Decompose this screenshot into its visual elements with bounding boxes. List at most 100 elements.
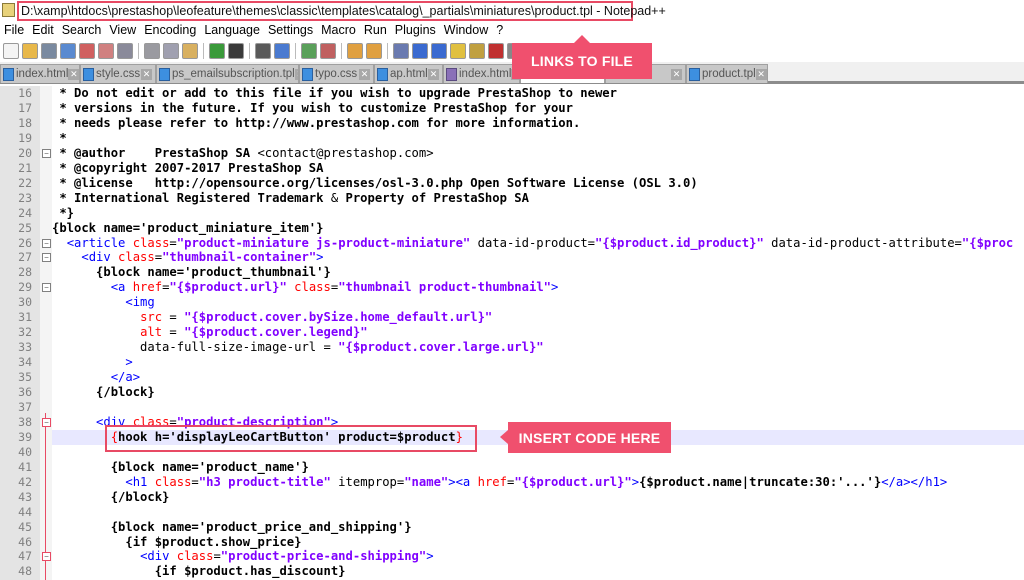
close-tab-icon[interactable]: ✕ (359, 68, 370, 80)
fold-toggle-icon[interactable]: − (42, 253, 51, 263)
user-defined-language-icon[interactable] (450, 43, 466, 59)
code-token: "{$product.id_product}" (595, 235, 764, 250)
sync-vertical-icon[interactable] (347, 43, 363, 59)
code-token: {block name='product_price_and_shipping'… (52, 519, 412, 534)
tab-ps-emailsubscription-tpl[interactable]: ps_emailsubscription.tpl✕ (156, 64, 299, 83)
code-text: * Do not edit or add to this file if you… (52, 86, 1024, 101)
code-token: "product-price-and-shipping" (220, 549, 427, 564)
code-line: 32 alt = "{$product.cover.legend}" (0, 325, 1024, 340)
menu-settings[interactable]: Settings (264, 22, 317, 40)
close-all-icon[interactable] (98, 43, 114, 59)
code-editor[interactable]: 16 * Do not edit or add to this file if … (0, 86, 1024, 580)
close-icon[interactable] (79, 43, 95, 59)
close-tab-icon[interactable]: ✕ (68, 68, 79, 80)
menu-file[interactable]: File (0, 22, 28, 40)
copy-icon[interactable] (163, 43, 179, 59)
fold-toggle-icon[interactable]: − (42, 552, 51, 562)
show-all-characters-icon[interactable] (412, 43, 428, 59)
zoom-out-icon[interactable] (320, 43, 336, 59)
function-list-icon[interactable] (488, 43, 504, 59)
fold-toggle-icon[interactable]: − (42, 417, 51, 427)
code-line: 24 *} (0, 206, 1024, 221)
line-number: 32 (18, 325, 32, 340)
cut-icon[interactable] (144, 43, 160, 59)
tab-index-html[interactable]: index.html✕ (443, 64, 520, 83)
menu-language[interactable]: Language (200, 22, 264, 40)
replace-icon[interactable] (274, 43, 290, 59)
menu-edit[interactable]: Edit (28, 22, 58, 40)
code-token: href (132, 280, 163, 295)
code-token: * @copyright 2007-2017 PrestaShop SA (52, 160, 324, 175)
tab-product-tpl[interactable]: product.tpl ✕ (686, 64, 768, 83)
find-icon[interactable] (255, 43, 271, 59)
line-number: 24 (18, 205, 32, 220)
line-number: 30 (18, 295, 32, 310)
code-token: <h1 (125, 474, 155, 489)
undo-icon[interactable] (209, 43, 225, 59)
code-text: *} (52, 206, 1024, 221)
code-text: src = "{$product.cover.bySize.home_defau… (52, 310, 1024, 325)
indent-guide-icon[interactable] (431, 43, 447, 59)
close-tab-icon[interactable]: ✕ (428, 68, 439, 80)
code-token: > (631, 474, 640, 489)
doc-map-icon[interactable] (469, 43, 485, 59)
window-title: D:\xamp\htdocs\prestashop\leofeature\the… (17, 1, 666, 21)
redo-icon[interactable] (228, 43, 244, 59)
sync-horizontal-icon[interactable] (366, 43, 382, 59)
close-tab-icon[interactable]: ✕ (755, 68, 767, 80)
code-text: * needs please refer to http://www.prest… (52, 116, 1024, 131)
menu-macro[interactable]: Macro (317, 22, 360, 40)
fold-toggle-icon[interactable]: − (42, 148, 51, 158)
code-text: {block name='product_price_and_shipping'… (52, 520, 1024, 535)
line-number: 17 (18, 100, 32, 115)
save-all-icon[interactable] (60, 43, 76, 59)
menu-window[interactable]: Window (440, 22, 492, 40)
word-wrap-icon[interactable] (393, 43, 409, 59)
line-number: 27 (18, 250, 32, 265)
menu-help[interactable]: ? (492, 22, 507, 40)
code-token: {block name='product_name'} (52, 459, 309, 474)
close-tab-icon[interactable]: ✕ (141, 68, 152, 80)
code-line: 27− <div class="thumbnail-container"> (0, 250, 1024, 265)
close-tab-icon[interactable]: ✕ (671, 68, 682, 80)
tab-label: typo.css (315, 68, 358, 80)
code-token: <a (110, 280, 133, 295)
fold-toggle-icon[interactable]: − (42, 283, 51, 293)
fold-toggle-icon[interactable]: − (42, 238, 51, 248)
code-line: 47− <div class="product-price-and-shippi… (0, 549, 1024, 564)
new-file-icon[interactable] (3, 43, 19, 59)
code-token: itemprop= (330, 474, 405, 489)
menu-encoding[interactable]: Encoding (140, 22, 200, 40)
line-number: 31 (18, 310, 32, 325)
tab-ap-html[interactable]: ap.html ✕ (374, 64, 443, 83)
tab-label: style.css (96, 68, 141, 80)
menu-plugins[interactable]: Plugins (391, 22, 440, 40)
file-saved-icon (446, 67, 457, 81)
code-token: > (426, 549, 434, 564)
toolbar-separator (249, 43, 250, 59)
code-token: <article (66, 235, 133, 250)
menu-view[interactable]: View (105, 22, 140, 40)
menu-run[interactable]: Run (360, 22, 391, 40)
code-text: </a> (52, 370, 1024, 385)
tab-typo-css[interactable]: typo.css ✕ (299, 64, 374, 83)
tab-style-css[interactable]: style.css ✕ (80, 64, 156, 83)
line-number: 19 (18, 130, 32, 145)
insert-code-here-callout: INSERT CODE HERE (500, 422, 671, 453)
save-icon[interactable] (41, 43, 57, 59)
paste-icon[interactable] (182, 43, 198, 59)
code-text: alt = "{$product.cover.legend}" (52, 325, 1024, 340)
code-line: 26− <article class="product-miniature js… (0, 236, 1024, 251)
zoom-in-icon[interactable] (301, 43, 317, 59)
toolbar-separator (295, 43, 296, 59)
open-file-icon[interactable] (22, 43, 38, 59)
menu-search[interactable]: Search (58, 22, 106, 40)
code-token: "{$product.url}" (514, 474, 632, 489)
code-line: 18 * needs please refer to http://www.pr… (0, 116, 1024, 131)
print-icon[interactable] (117, 43, 133, 59)
tab-index-html[interactable]: index.html✕ (0, 64, 80, 83)
